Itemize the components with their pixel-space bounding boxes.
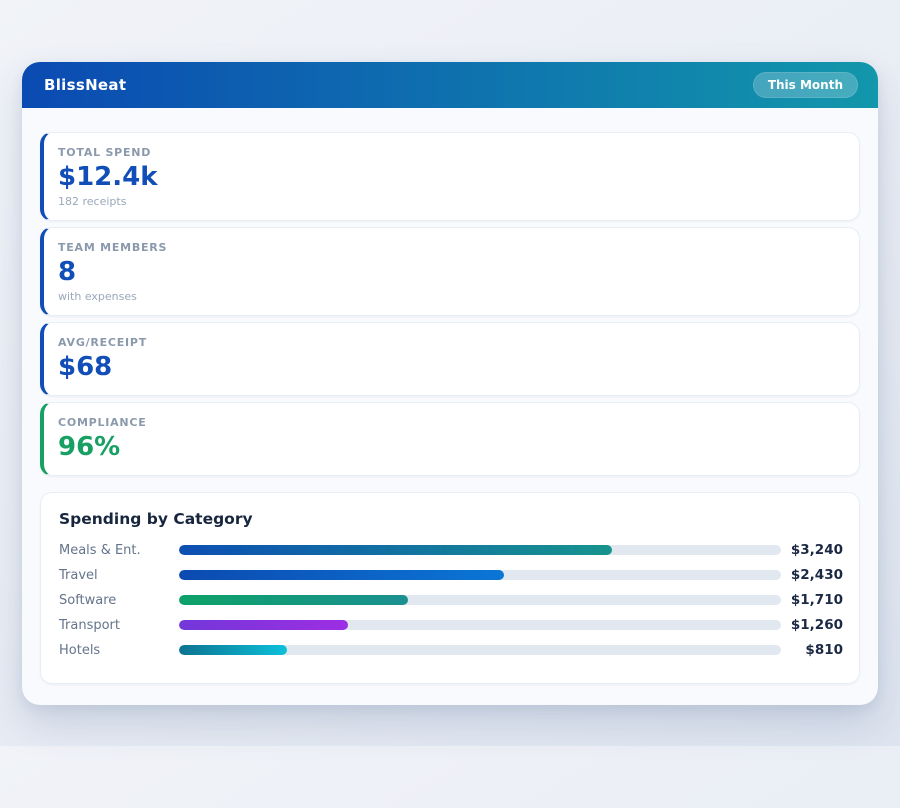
spending-by-category-card: Spending by Category Meals & Ent. $3,240 T… xyxy=(40,492,860,684)
bar-track xyxy=(179,595,781,605)
category-label: Travel xyxy=(59,568,179,583)
stat-label: TOTAL SPEND xyxy=(58,146,845,159)
category-value: $2,430 xyxy=(781,567,843,583)
category-label: Hotels xyxy=(59,643,179,658)
category-row: Hotels $810 xyxy=(59,638,843,663)
stat-value: 96% xyxy=(58,433,845,463)
stat-value: 8 xyxy=(58,258,845,288)
category-value: $810 xyxy=(781,642,843,658)
category-label: Meals & Ent. xyxy=(59,543,179,558)
bar-fill xyxy=(179,620,348,630)
stat-value: $68 xyxy=(58,353,845,383)
stat-card-avg-receipt: AVG/RECEIPT $68 xyxy=(40,322,860,396)
stat-label: TEAM MEMBERS xyxy=(58,241,845,254)
bar-fill xyxy=(179,595,408,605)
category-row: Meals & Ent. $3,240 xyxy=(59,538,843,563)
category-row: Transport $1,260 xyxy=(59,613,843,638)
app-header: BlissNeat This Month xyxy=(22,62,878,108)
bar-fill xyxy=(179,545,612,555)
bar-track xyxy=(179,645,781,655)
category-value: $1,710 xyxy=(781,592,843,608)
app-title: BlissNeat xyxy=(44,76,126,94)
category-bar-list: Meals & Ent. $3,240 Travel $2,430 Software $1… xyxy=(59,538,843,663)
category-value: $1,260 xyxy=(781,617,843,633)
category-label: Software xyxy=(59,593,179,608)
category-row: Software $1,710 xyxy=(59,588,843,613)
category-value: $3,240 xyxy=(781,542,843,558)
bar-track xyxy=(179,545,781,555)
period-badge[interactable]: This Month xyxy=(753,72,858,98)
category-row: Travel $2,430 xyxy=(59,563,843,588)
page-background: BlissNeat This Month TOTAL SPEND $12.4k … xyxy=(0,62,900,705)
stat-subtext: with expenses xyxy=(58,290,845,303)
stat-value: $12.4k xyxy=(58,163,845,193)
bar-fill xyxy=(179,645,287,655)
chart-title: Spending by Category xyxy=(59,510,843,528)
stat-card-compliance: COMPLIANCE 96% xyxy=(40,402,860,476)
dashboard-content: TOTAL SPEND $12.4k 182 receipts TEAM MEM… xyxy=(22,108,878,705)
stat-subtext: 182 receipts xyxy=(58,195,845,208)
stat-label: COMPLIANCE xyxy=(58,416,845,429)
bar-track xyxy=(179,570,781,580)
stat-card-team-members: TEAM MEMBERS 8 with expenses xyxy=(40,227,860,316)
bar-track xyxy=(179,620,781,630)
dashboard-panel: BlissNeat This Month TOTAL SPEND $12.4k … xyxy=(22,62,878,705)
category-label: Transport xyxy=(59,618,179,633)
stats-section: TOTAL SPEND $12.4k 182 receipts TEAM MEM… xyxy=(40,132,860,476)
stat-card-total-spend: TOTAL SPEND $12.4k 182 receipts xyxy=(40,132,860,221)
bar-fill xyxy=(179,570,504,580)
stat-label: AVG/RECEIPT xyxy=(58,336,845,349)
